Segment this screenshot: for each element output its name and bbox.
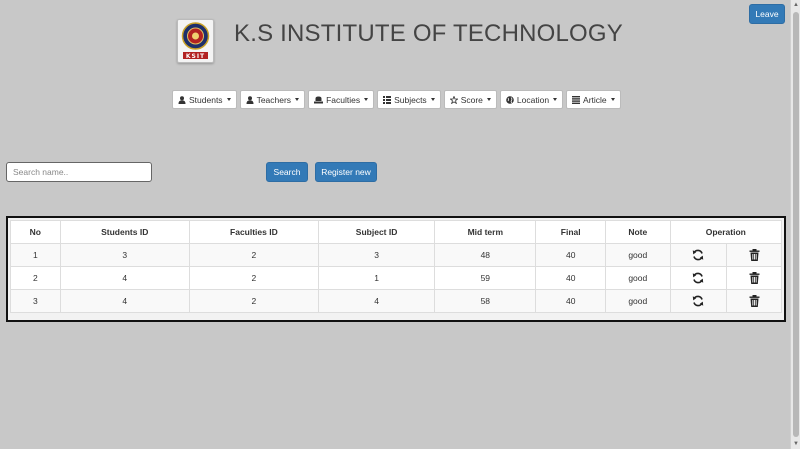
caret-down-icon xyxy=(226,98,231,101)
globe-icon xyxy=(506,95,514,104)
caret-down-icon xyxy=(295,98,300,101)
caret-down-icon xyxy=(610,98,615,101)
trash-icon[interactable] xyxy=(749,295,760,307)
column-header: Note xyxy=(604,220,671,244)
main-nav: Students Teachers Faculties Subjects Sco… xyxy=(172,90,621,109)
column-header: Operation xyxy=(669,220,783,244)
user-icon xyxy=(246,95,254,104)
trash-icon[interactable] xyxy=(749,272,760,284)
nav-score-label: Score xyxy=(460,94,483,105)
page-scrollbar[interactable]: ▲ ▼ xyxy=(790,0,800,449)
cell-subject-id: 3 xyxy=(317,243,436,267)
nav-subjects-label: Subjects xyxy=(394,94,427,105)
cell-mid-term: 59 xyxy=(434,266,537,290)
nav-students-label: Students xyxy=(189,94,223,105)
cell-update xyxy=(669,266,728,290)
star-icon xyxy=(449,95,458,104)
cell-student-id: 3 xyxy=(59,243,190,267)
page-title: K.S INSTITUTE OF TECHNOLOGY xyxy=(234,20,624,47)
nav-faculties-dropdown[interactable]: Faculties xyxy=(308,90,375,109)
nav-students-dropdown[interactable]: Students xyxy=(172,90,237,109)
scrollbar-thumb[interactable] xyxy=(793,12,799,437)
cell-student-id: 4 xyxy=(59,266,190,290)
cell-final: 40 xyxy=(535,243,606,267)
search-button[interactable]: Search xyxy=(266,162,308,182)
nav-faculties-label: Faculties xyxy=(326,94,361,105)
caret-down-icon xyxy=(364,98,369,101)
nav-location-dropdown[interactable]: Location xyxy=(499,90,564,109)
nav-subjects-dropdown[interactable]: Subjects xyxy=(377,90,441,109)
column-header: Students ID xyxy=(59,220,190,244)
scroll-down-arrow-icon[interactable]: ▼ xyxy=(791,439,800,449)
list-icon xyxy=(383,95,392,104)
cell-faculty-id: 2 xyxy=(188,289,319,313)
column-header: Mid term xyxy=(434,220,537,244)
scores-table: No Students ID Faculties ID Subject ID M… xyxy=(10,220,783,313)
align-icon xyxy=(572,95,581,104)
scores-table-container: No Students ID Faculties ID Subject ID M… xyxy=(6,216,786,322)
cell-delete xyxy=(726,289,782,313)
scroll-up-arrow-icon[interactable]: ▲ xyxy=(791,0,800,10)
caret-down-icon xyxy=(430,98,435,101)
cell-note: good xyxy=(604,266,671,290)
cell-no: 2 xyxy=(10,266,61,290)
cell-update xyxy=(669,243,728,267)
register-new-button[interactable]: Register new xyxy=(315,162,377,182)
cell-no: 3 xyxy=(10,289,61,313)
nav-teachers-dropdown[interactable]: Teachers xyxy=(239,90,306,109)
cell-update xyxy=(669,289,728,313)
cell-mid-term: 48 xyxy=(434,243,537,267)
cell-delete xyxy=(726,266,782,290)
cell-student-id: 4 xyxy=(59,289,190,313)
cell-no: 1 xyxy=(10,243,61,267)
cell-note: good xyxy=(604,289,671,313)
logo-text: KSIT xyxy=(186,53,205,60)
refresh-icon[interactable] xyxy=(692,295,704,307)
cell-mid-term: 58 xyxy=(434,289,537,313)
table-row: 1 3 2 3 48 40 good xyxy=(10,243,782,267)
caret-down-icon xyxy=(486,98,491,101)
cell-delete xyxy=(726,243,782,267)
nav-article-dropdown[interactable]: Article xyxy=(566,90,621,109)
hat-icon xyxy=(314,96,324,103)
cell-subject-id: 4 xyxy=(317,289,436,313)
column-header: Subject ID xyxy=(317,220,436,244)
table-row: 3 4 2 4 58 40 good xyxy=(10,289,782,313)
nav-score-dropdown[interactable]: Score xyxy=(443,90,497,109)
caret-down-icon xyxy=(553,98,558,101)
nav-location-label: Location xyxy=(516,94,550,105)
cell-note: good xyxy=(604,243,671,267)
cell-faculty-id: 2 xyxy=(188,266,319,290)
refresh-icon[interactable] xyxy=(692,249,704,261)
cell-faculty-id: 2 xyxy=(188,243,319,267)
search-input[interactable] xyxy=(6,162,152,182)
user-icon xyxy=(178,95,186,104)
table-row: 2 4 2 1 59 40 good xyxy=(10,266,782,290)
cell-final: 40 xyxy=(535,266,606,290)
refresh-icon[interactable] xyxy=(692,272,704,284)
column-header: Final xyxy=(535,220,606,244)
institute-logo: KSIT xyxy=(177,19,214,63)
column-header: No xyxy=(10,220,61,244)
table-header-row: No Students ID Faculties ID Subject ID M… xyxy=(10,220,783,244)
nav-article-label: Article xyxy=(583,94,607,105)
nav-teachers-label: Teachers xyxy=(256,94,292,105)
cell-final: 40 xyxy=(535,289,606,313)
cell-subject-id: 1 xyxy=(317,266,436,290)
trash-icon[interactable] xyxy=(749,249,760,261)
leave-button[interactable]: Leave xyxy=(749,4,785,24)
column-header: Faculties ID xyxy=(188,220,319,244)
